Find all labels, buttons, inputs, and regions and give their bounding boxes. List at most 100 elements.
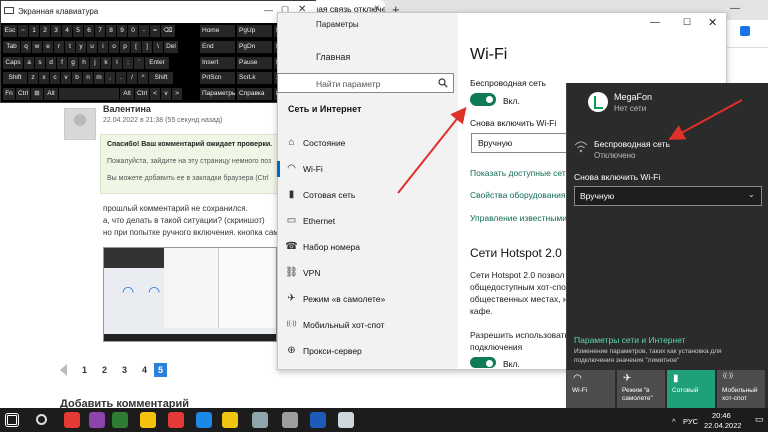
yandex-icon[interactable] — [64, 412, 80, 428]
maximize-button[interactable]: ☐ — [683, 17, 691, 28]
osk-key[interactable]: 4 — [62, 25, 72, 37]
osk-key[interactable]: k — [101, 57, 111, 69]
osk-key[interactable]: Shift — [149, 72, 173, 84]
nav-item-8[interactable]: ((·)) Мобильный хот-спот — [277, 312, 457, 338]
quick-tile-2[interactable]: ✈ Режим "в самолете" — [617, 370, 665, 408]
minimize-button[interactable]: — — [650, 17, 660, 28]
notifications-icon[interactable]: ▭ — [755, 414, 764, 425]
osk-key[interactable]: b — [72, 72, 82, 84]
osk-key[interactable]: d — [46, 57, 56, 69]
osk-key[interactable]: Esc — [3, 25, 17, 37]
osk-key[interactable]: Home — [200, 25, 235, 37]
osk-key[interactable]: Ctrl — [135, 88, 149, 100]
osk-key[interactable]: 0 — [128, 25, 138, 37]
osk-key[interactable]: Insert — [200, 56, 235, 69]
osk-key[interactable]: / — [127, 72, 137, 84]
word-icon[interactable] — [310, 412, 326, 428]
osk-key[interactable]: [ — [131, 41, 141, 53]
osk-key[interactable]: . — [116, 72, 126, 84]
osk-key[interactable]: ⌫ — [161, 25, 175, 37]
messenger-icon[interactable] — [89, 412, 105, 428]
osk-key[interactable]: o — [109, 41, 119, 53]
osk-key[interactable]: h — [79, 57, 89, 69]
nav-item-1[interactable]: ⌂ Состояние — [277, 130, 457, 156]
osk-key[interactable]: ' — [134, 57, 144, 69]
nav-item-4[interactable]: ▭ Ethernet — [277, 208, 457, 234]
osk-key[interactable]: f — [57, 57, 67, 69]
osk-key[interactable]: Del — [164, 41, 178, 53]
quick-tile-4[interactable]: ((·)) Мобильный хот-спот — [717, 370, 765, 408]
osk-key[interactable]: p — [120, 41, 130, 53]
yandex-browser-icon[interactable] — [140, 412, 156, 428]
osk-key[interactable]: Справка — [237, 88, 272, 101]
osk-key[interactable]: 6 — [84, 25, 94, 37]
osk-key[interactable]: u — [87, 41, 97, 53]
wifi-toggle[interactable] — [470, 93, 496, 106]
comment-screenshot[interactable]: ◠ ◠ — [103, 247, 277, 342]
page-link[interactable]: 3 — [118, 363, 131, 377]
windows-start-icon[interactable] — [5, 413, 19, 427]
osk-key[interactable]: < — [150, 88, 160, 100]
osk-key[interactable]: 2 — [40, 25, 50, 37]
osk-key[interactable]: q — [21, 41, 31, 53]
manage-known-networks-link[interactable]: Управление известными — [470, 213, 567, 223]
osk-key[interactable]: ⊞ — [31, 88, 43, 100]
osk-key[interactable]: PgDn — [237, 40, 272, 53]
minimize-button[interactable]: — — [264, 5, 273, 15]
osk-key[interactable]: i — [98, 41, 108, 53]
clock-time[interactable]: 20:46 — [712, 411, 731, 420]
osk-key[interactable]: Fn — [3, 88, 15, 100]
osk-key[interactable]: 9 — [117, 25, 127, 37]
osk-key[interactable]: 5 — [73, 25, 83, 37]
yandex-y-icon[interactable] — [168, 412, 184, 428]
show-networks-link[interactable]: Показать доступные сети — [470, 168, 571, 178]
osk-key[interactable] — [59, 88, 119, 100]
osk-key[interactable]: = — [150, 25, 160, 37]
osk-key[interactable]: w — [32, 41, 42, 53]
osk-key[interactable]: 1 — [29, 25, 39, 37]
minimize-window-button[interactable]: — — [730, 3, 740, 14]
osk-key[interactable]: Alt — [44, 88, 58, 100]
page-link-active[interactable]: 5 — [154, 363, 167, 377]
page-link[interactable]: 4 — [138, 363, 151, 377]
shield-icon[interactable] — [112, 412, 128, 428]
osk-key[interactable]: - — [139, 25, 149, 37]
nav-item-3[interactable]: ▮ Сотовая сеть — [277, 182, 457, 208]
osk-key[interactable]: ScrLk — [237, 72, 272, 85]
home-link[interactable]: Главная — [316, 52, 350, 62]
osk-key[interactable]: 7 — [95, 25, 105, 37]
osk-key[interactable]: Pause — [237, 56, 272, 69]
explorer-icon[interactable] — [222, 412, 238, 428]
osk-key[interactable]: c — [50, 72, 60, 84]
prev-page-icon[interactable] — [60, 364, 67, 376]
hardware-properties-link[interactable]: Свойства оборудования — [470, 190, 566, 200]
osk-key[interactable]: Caps — [3, 57, 23, 69]
clock-date[interactable]: 22.04.2022 — [704, 421, 742, 430]
osk-key[interactable]: Параметры — [200, 88, 235, 101]
search-icon[interactable] — [438, 78, 448, 88]
osk-key[interactable]: PrtScn — [200, 72, 235, 85]
osk-key[interactable]: PgUp — [237, 25, 272, 37]
wireless-network-title[interactable]: Беспроводная сеть — [594, 139, 670, 149]
page-link[interactable]: 1 — [78, 363, 91, 377]
osk-key[interactable]: s — [35, 57, 45, 69]
osk-key[interactable]: Ctrl — [16, 88, 30, 100]
osk-key[interactable]: 3 — [51, 25, 61, 37]
osk-key[interactable]: v — [161, 88, 171, 100]
osk-key[interactable]: > — [172, 88, 182, 100]
osk-key[interactable]: j — [90, 57, 100, 69]
keyboard-icon[interactable] — [338, 412, 354, 428]
network-settings-link[interactable]: Параметры сети и Интернет — [574, 335, 686, 345]
osk-key[interactable]: ^ — [138, 72, 148, 84]
osk-key[interactable]: Enter — [145, 57, 169, 69]
nav-item-2[interactable]: ◠ Wi-Fi — [277, 156, 457, 182]
osk-key[interactable]: 8 — [106, 25, 116, 37]
osk-key[interactable]: a — [24, 57, 34, 69]
osk-key[interactable]: End — [200, 40, 235, 53]
search-icon[interactable] — [36, 414, 47, 425]
osk-key[interactable]: Alt — [120, 88, 134, 100]
nav-item-5[interactable]: ☎ Набор номера — [277, 234, 457, 260]
nav-item-7[interactable]: ✈ Режим «в самолете» — [277, 286, 457, 312]
store-icon[interactable] — [252, 412, 268, 428]
osk-key[interactable]: g — [68, 57, 78, 69]
